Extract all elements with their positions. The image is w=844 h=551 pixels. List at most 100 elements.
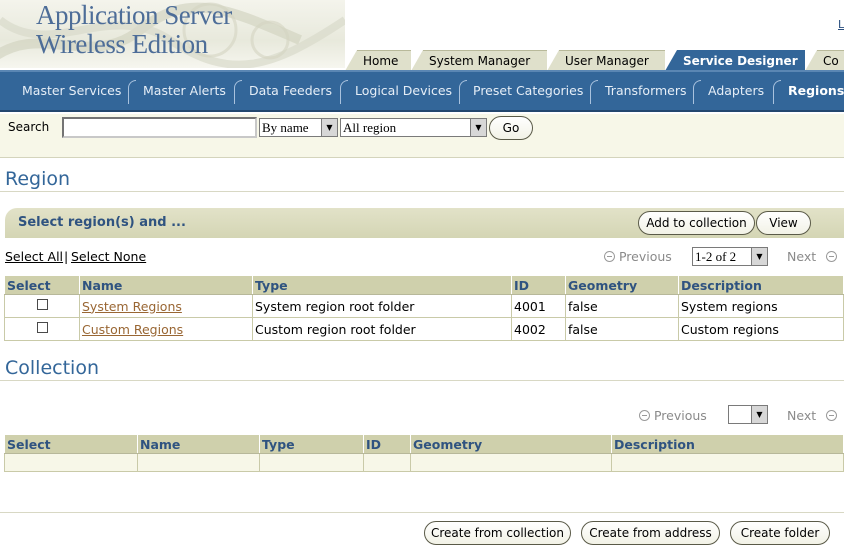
select-none-link[interactable]: Select None [71, 249, 146, 264]
footer-divider [0, 512, 844, 513]
subnav-data-feeders[interactable]: Data Feeders [249, 83, 332, 98]
column-header-description[interactable]: Description [678, 275, 844, 295]
search-input[interactable] [62, 117, 257, 138]
region-scope-selected-value: All region [343, 120, 397, 135]
empty-cell [363, 453, 411, 472]
subnav-master-alerts[interactable]: Master Alerts [143, 83, 226, 98]
subnav-logical-devices[interactable]: Logical Devices [355, 83, 452, 98]
search-by-selected-value: By name [262, 120, 309, 135]
product-name-line-2: Wireless Edition [36, 29, 208, 59]
go-button[interactable]: Go [489, 116, 533, 140]
table-header-row: Select Name Type ID Geometry Description [4, 434, 844, 454]
empty-table-row [4, 453, 844, 472]
select-all-link[interactable]: Select All [5, 249, 63, 264]
subnav-separator [459, 80, 467, 104]
name-cell: Custom Regions [79, 317, 253, 341]
region-section-title: Region [5, 168, 71, 190]
region-previous-button[interactable]: Previous [604, 249, 672, 264]
region-name-link[interactable]: System Regions [82, 299, 182, 314]
column-header-select: Select [4, 434, 138, 454]
column-header-geometry[interactable]: Geometry [565, 275, 679, 295]
create-from-collection-button[interactable]: Create from collection [424, 521, 571, 545]
create-folder-button[interactable]: Create folder [730, 521, 830, 545]
empty-cell [259, 453, 364, 472]
id-cell: 4002 [511, 317, 566, 341]
subnav-separator [234, 80, 242, 104]
subnav-regions[interactable]: Regions [788, 83, 844, 98]
subnav-transformers[interactable]: Transformers [605, 83, 687, 98]
section-divider [0, 191, 844, 192]
id-cell: 4001 [511, 294, 566, 318]
tab-system-manager[interactable]: System Manager [411, 50, 547, 71]
region-range-select[interactable]: 1-2 of 2 ▼ [692, 247, 768, 266]
dropdown-arrow-icon[interactable]: ▼ [321, 119, 337, 136]
tab-service-designer[interactable]: Service Designer [665, 50, 805, 71]
empty-cell [4, 453, 138, 472]
link-separator: | [64, 249, 69, 264]
region-table: Select Name Type ID Geometry Description… [4, 275, 844, 341]
type-cell: System region root folder [252, 294, 512, 318]
subnav-separator [590, 80, 598, 104]
dropdown-arrow-icon[interactable]: ▼ [470, 119, 486, 136]
global-link[interactable]: L [838, 18, 844, 31]
next-label: Next [787, 408, 817, 423]
region-range-selected: 1-2 of 2 [695, 249, 737, 264]
subnav-master-services[interactable]: Master Services [22, 83, 121, 98]
collection-section-title: Collection [5, 357, 99, 379]
subnav-separator [340, 80, 348, 104]
tab-user-manager[interactable]: User Manager [547, 50, 665, 71]
view-button[interactable]: View [756, 211, 811, 235]
empty-cell [611, 453, 844, 472]
column-header-name[interactable]: Name [79, 275, 253, 295]
subnav-preset-categories[interactable]: Preset Categories [473, 83, 583, 98]
table-header-row: Select Name Type ID Geometry Description [4, 275, 844, 295]
region-action-bar: Select region(s) and ... Add to collecti… [5, 208, 844, 238]
add-to-collection-button[interactable]: Add to collection [638, 211, 755, 235]
previous-circle-icon [604, 251, 615, 262]
tab-overflow[interactable]: Co [805, 50, 844, 71]
column-header-geometry: Geometry [410, 434, 612, 454]
search-by-select[interactable]: By name ▼ [259, 118, 338, 137]
region-scope-select[interactable]: All region ▼ [340, 118, 487, 137]
tab-home[interactable]: Home [345, 50, 411, 71]
column-header-type[interactable]: Type [252, 275, 512, 295]
subnav-separator [773, 80, 781, 104]
column-header-description: Description [611, 434, 844, 454]
dropdown-arrow-icon[interactable]: ▼ [751, 406, 767, 423]
column-header-id: ID [363, 434, 411, 454]
main-tab-bar: Home System Manager User Manager Service… [345, 48, 844, 71]
empty-cell [410, 453, 612, 472]
previous-label: Previous [618, 249, 672, 264]
collection-range-select[interactable]: ▼ [728, 405, 768, 424]
subnav-separator [128, 80, 136, 104]
next-label: Next [787, 249, 817, 264]
geometry-cell: false [565, 317, 679, 341]
type-cell: Custom region root folder [252, 317, 512, 341]
region-next-button[interactable]: Next [787, 249, 838, 264]
collection-previous-button[interactable]: Previous [639, 408, 707, 423]
column-header-select: Select [4, 275, 80, 295]
subnav-adapters[interactable]: Adapters [708, 83, 764, 98]
sub-navigation-bar: Master Services Master Alerts Data Feede… [0, 70, 844, 112]
collection-next-button[interactable]: Next [787, 408, 838, 423]
previous-circle-icon [639, 410, 650, 421]
empty-cell [137, 453, 260, 472]
create-from-address-button[interactable]: Create from address [581, 521, 720, 545]
product-logo: Application Server Wireless Edition [0, 0, 345, 68]
column-header-name: Name [137, 434, 260, 454]
dropdown-arrow-icon[interactable]: ▼ [751, 248, 767, 265]
next-circle-icon [826, 251, 838, 262]
row-checkbox[interactable] [36, 298, 48, 310]
column-header-id[interactable]: ID [511, 275, 566, 295]
product-name-line-1: Application Server [36, 0, 232, 30]
row-checkbox[interactable] [36, 321, 48, 333]
table-row: System Regions System region root folder… [4, 294, 844, 318]
section-divider [0, 380, 844, 381]
collection-table: Select Name Type ID Geometry Description [4, 434, 844, 472]
row-select-cell [4, 317, 80, 341]
name-cell: System Regions [79, 294, 253, 318]
geometry-cell: false [565, 294, 679, 318]
search-label: Search [8, 120, 50, 134]
region-name-link[interactable]: Custom Regions [82, 322, 183, 337]
subnav-separator [693, 80, 701, 104]
